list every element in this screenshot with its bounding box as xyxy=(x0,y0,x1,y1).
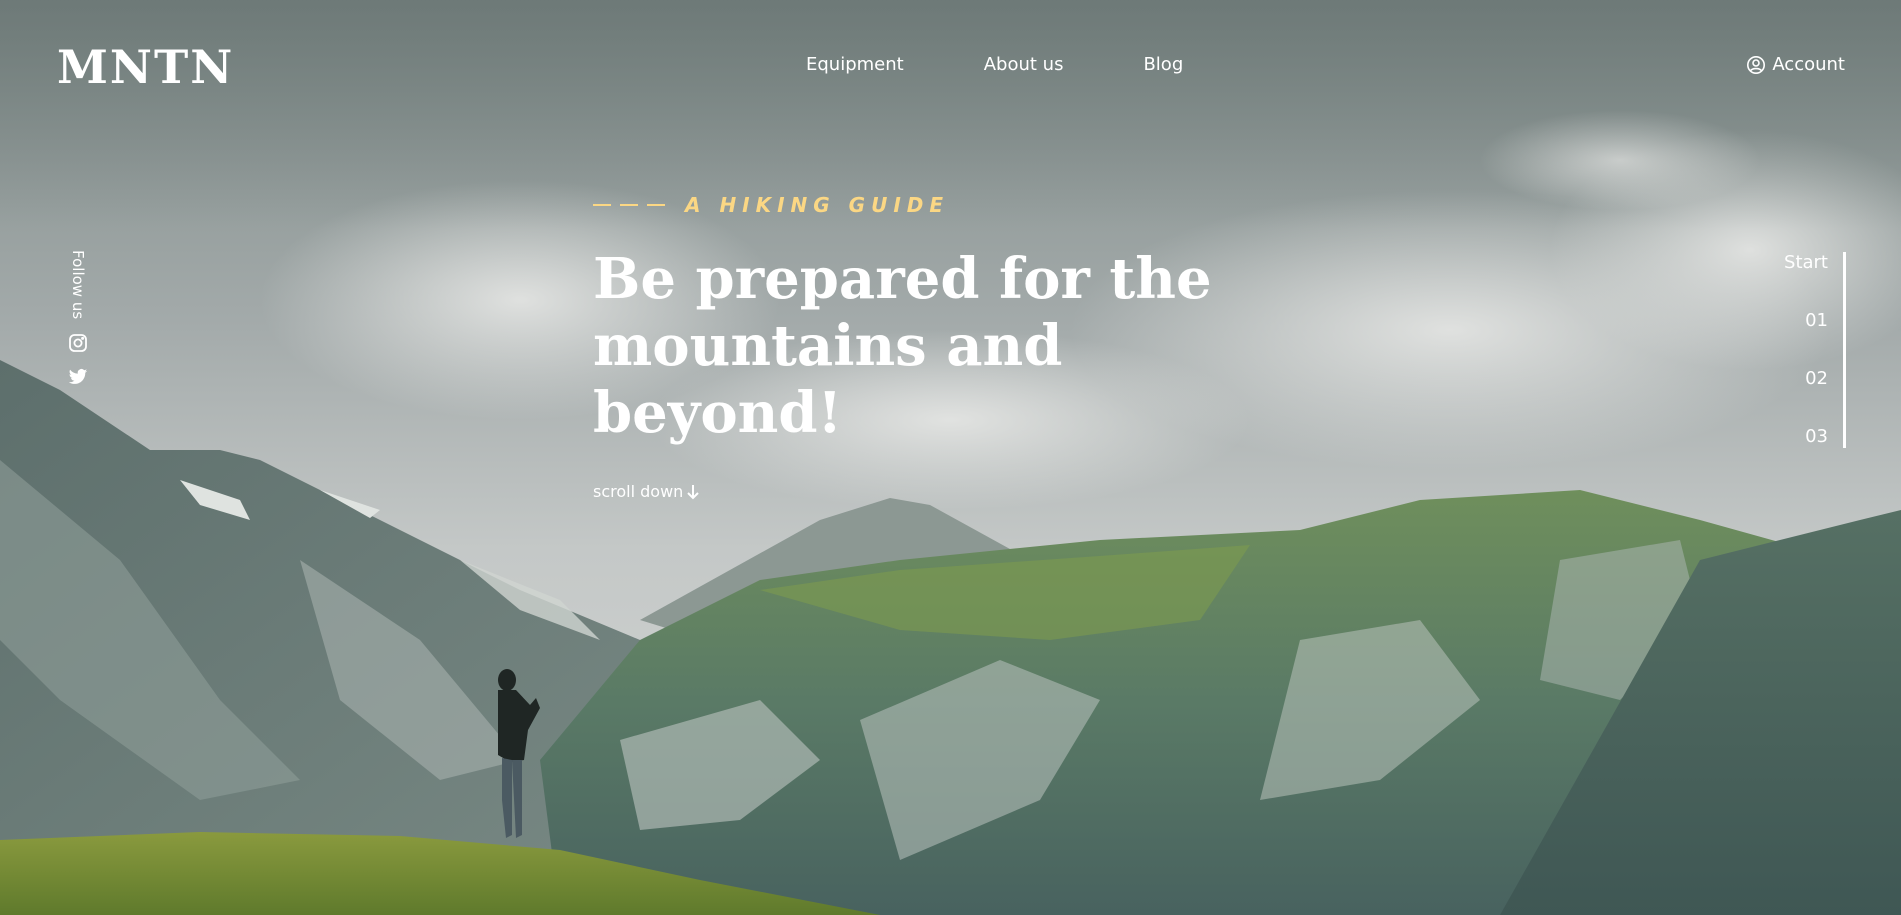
headline-line-2: mountains and beyond! xyxy=(593,313,1063,446)
hero-content: A HIKING GUIDE Be prepared for the mount… xyxy=(593,190,1313,502)
nav-about-us[interactable]: About us xyxy=(984,52,1064,78)
logo[interactable]: MNTN xyxy=(57,40,234,94)
follow-us-label: Follow us xyxy=(69,250,87,320)
eyebrow-dash xyxy=(593,204,665,206)
section-pager: Start 01 02 03 xyxy=(1784,252,1846,448)
user-circle-icon xyxy=(1746,55,1766,75)
nav-blog[interactable]: Blog xyxy=(1143,52,1183,78)
hero-headline: Be prepared for the mountains and beyond… xyxy=(593,246,1293,447)
pager-item-start[interactable]: Start xyxy=(1784,252,1828,274)
instagram-icon[interactable] xyxy=(68,333,88,353)
pager-item-01[interactable]: 01 xyxy=(1805,310,1828,332)
main-nav: Equipment About us Blog xyxy=(806,52,1183,78)
arrow-down-icon xyxy=(686,484,700,500)
eyebrow-text: A HIKING GUIDE xyxy=(685,193,950,217)
account-label: Account xyxy=(1772,54,1845,75)
scroll-down-label: scroll down xyxy=(593,482,684,501)
nav-equipment[interactable]: Equipment xyxy=(806,52,904,78)
account-button[interactable]: Account xyxy=(1746,52,1845,78)
scroll-down-link[interactable]: scroll down xyxy=(593,482,700,502)
pager-item-02[interactable]: 02 xyxy=(1805,368,1828,390)
hero-eyebrow: A HIKING GUIDE xyxy=(593,190,1313,220)
pager-item-03[interactable]: 03 xyxy=(1805,426,1828,448)
twitter-icon[interactable] xyxy=(68,367,88,387)
headline-line-1: Be prepared for the xyxy=(593,246,1212,312)
social-sidebar: Follow us xyxy=(62,250,94,401)
